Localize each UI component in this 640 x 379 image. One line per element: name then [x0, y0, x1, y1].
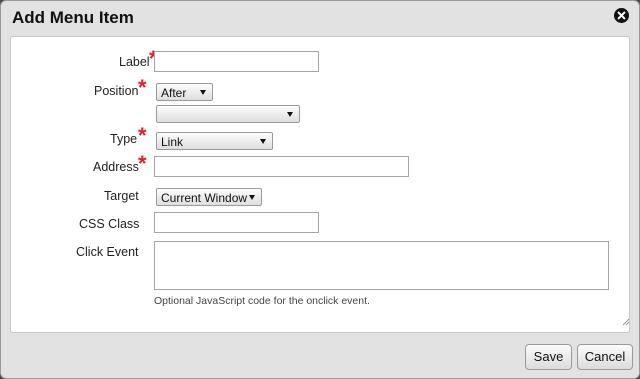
save-button[interactable]: Save	[525, 344, 572, 370]
type-field-label: Type	[110, 132, 138, 146]
cancel-button[interactable]: Cancel	[577, 344, 633, 370]
type-select-value: Link	[161, 135, 184, 149]
chevron-down-icon	[260, 139, 266, 144]
click-event-hint: Optional JavaScript code for the onclick…	[154, 295, 370, 307]
chevron-down-icon	[249, 195, 255, 200]
position-select-value: After	[161, 86, 187, 100]
click-event-textarea[interactable]	[154, 241, 609, 290]
dialog-title: Add Menu Item	[12, 8, 134, 27]
required-marker: *	[138, 151, 147, 176]
css-class-input[interactable]	[154, 212, 319, 233]
target-select[interactable]: Current Window	[156, 188, 262, 206]
address-input[interactable]	[154, 156, 409, 177]
position-select[interactable]: After	[156, 83, 213, 101]
chevron-down-icon	[200, 90, 206, 95]
required-marker: *	[138, 75, 147, 100]
label-input[interactable]	[154, 51, 319, 72]
target-field-label: Target	[104, 189, 139, 203]
form-panel: Label * Position * After Type * Link Add…	[10, 36, 630, 333]
resize-grip-icon[interactable]	[621, 317, 630, 326]
css-class-field-label: CSS Class	[79, 217, 140, 231]
position-field-label: Position	[94, 84, 139, 98]
address-field-label: Address	[93, 160, 139, 174]
type-select[interactable]: Link	[156, 132, 273, 150]
dialog-titlebar[interactable]: Add Menu Item	[1, 1, 639, 37]
add-menu-item-dialog: Add Menu Item Label * Position * After T…	[0, 0, 640, 379]
target-select-value: Current Window	[161, 191, 248, 205]
required-marker: *	[138, 123, 147, 148]
close-icon[interactable]	[614, 8, 629, 23]
position-target-select[interactable]	[156, 105, 300, 123]
label-field-label: Label	[119, 55, 150, 69]
click-event-field-label: Click Event	[76, 245, 139, 259]
chevron-down-icon	[287, 112, 293, 117]
